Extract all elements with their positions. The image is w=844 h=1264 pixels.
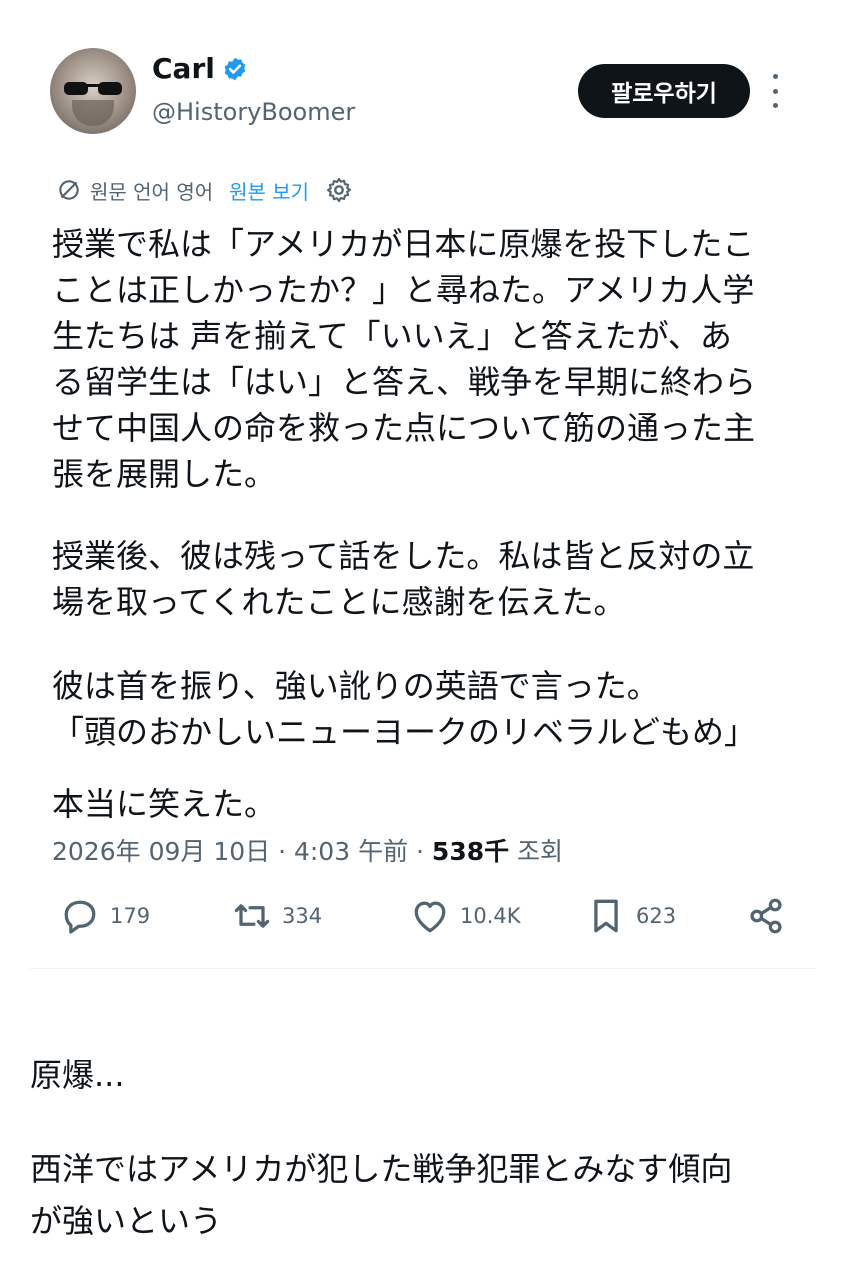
reply-button[interactable]: 179 — [58, 893, 150, 939]
tweet-text-line: 張を展開した。 — [52, 455, 277, 493]
tweet-text-line: 「頭のおかしいニューヨークのリベラルどもめ」 — [52, 713, 757, 751]
view-label: 조회 — [509, 837, 564, 866]
gear-icon[interactable] — [325, 176, 353, 204]
tweet-meta: 2026年 09月 10日 · 4:03 午前 · 538千 조회 — [52, 832, 563, 868]
author-name[interactable]: Carl — [152, 52, 215, 85]
translation-label: 원문 언어 영어 — [90, 179, 214, 204]
translate-icon — [59, 180, 79, 200]
bookmark-count: 623 — [636, 904, 677, 928]
action-bar: 179 334 10.4K 623 — [58, 893, 798, 939]
translation-bar: 원문 언어 영어 원본 보기 — [56, 173, 353, 207]
tweet-text-line: 生たちは 声を揃えて「いいえ」と答えたが、あ — [52, 317, 732, 355]
repost-button[interactable]: 334 — [230, 893, 322, 939]
reply-count: 179 — [110, 904, 151, 928]
reply-icon — [64, 900, 96, 934]
share-icon — [750, 898, 782, 934]
view-original-link[interactable]: 원본 보기 — [229, 176, 309, 205]
repost-icon — [234, 904, 270, 928]
share-button[interactable] — [744, 893, 796, 939]
reply-text-line: 原爆... — [30, 1056, 125, 1094]
follow-button[interactable]: 팔로우하기 — [578, 64, 750, 118]
tweet-text-line: 授業で私は「アメリカが日本に原爆を投下したこ — [52, 225, 755, 263]
tweet-text-line: る留学生は「はい」と答え、戦争を早期に終わら — [52, 363, 757, 401]
avatar-beard — [72, 100, 114, 126]
author-handle[interactable]: @HistoryBoomer — [152, 98, 355, 126]
reply-text-line: が強いという — [30, 1202, 223, 1240]
tweet-text-line: 場を取ってくれたことに感謝を伝えた。 — [52, 583, 626, 621]
reply-text-line: 西洋ではアメリカが犯した戦争犯罪とみなす傾向 — [30, 1150, 733, 1188]
avatar[interactable] — [50, 48, 136, 134]
bookmark-icon — [594, 899, 618, 933]
heart-icon — [414, 901, 446, 933]
more-options-icon[interactable] — [766, 74, 784, 108]
tweet-timestamp: 2026年 09月 10日 · 4:03 午前 · — [52, 837, 432, 866]
verified-badge-icon — [224, 57, 246, 81]
tweet-text-line: せて中国人の命を救った点について筋の通った主 — [52, 409, 756, 447]
like-count: 10.4K — [460, 904, 521, 928]
tweet-text-line: ことは正しかったか？」と尋ねた。アメリカ人学 — [52, 271, 755, 309]
sunglasses-icon — [64, 82, 122, 95]
tweet-text-line: 授業後、彼は残って話をした。私は皆と反対の立 — [52, 537, 755, 575]
repost-count: 334 — [282, 904, 323, 928]
divider — [30, 968, 816, 969]
view-count: 538千 — [431, 837, 510, 866]
like-button[interactable]: 10.4K — [408, 893, 521, 939]
tweet-text-line: 彼は首を振り、強い訛りの英語で言った。 — [52, 667, 659, 705]
tweet-text-line: 本当に笑えた。 — [52, 785, 277, 823]
bookmark-button[interactable]: 623 — [584, 893, 676, 939]
